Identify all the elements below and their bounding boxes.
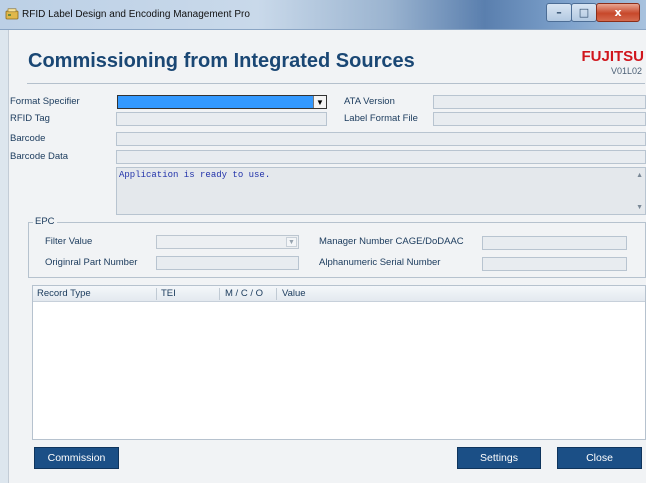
column-tei[interactable]: TEI [161, 288, 176, 299]
window-title: RFID Label Design and Encoding Managemen… [22, 9, 250, 20]
manager-number-label: Manager Number CAGE/DoDAAC [319, 236, 464, 247]
barcode-data-field[interactable] [116, 150, 646, 164]
barcode-data-label: Barcode Data [10, 151, 69, 162]
filter-value-dropdown[interactable]: ▼ [156, 235, 299, 249]
barcode-label: Barcode [10, 133, 46, 144]
chevron-down-icon[interactable]: ▼ [313, 96, 326, 108]
maximize-icon: □ [578, 6, 590, 19]
minimize-icon: – [556, 6, 562, 19]
scroll-down-icon[interactable]: ▼ [636, 204, 643, 211]
format-specifier-label: Format Specifier [10, 96, 80, 107]
serial-number-field[interactable] [482, 257, 627, 271]
close-button[interactable]: Close [557, 447, 642, 469]
column-divider[interactable] [276, 288, 277, 300]
app-icon [5, 8, 19, 20]
column-divider[interactable] [219, 288, 220, 300]
filter-value-label: Filter Value [45, 236, 93, 247]
scroll-up-icon[interactable]: ▲ [636, 172, 643, 179]
label-format-file-label: Label Format File [344, 113, 418, 124]
brand-logo: FUJITSU [581, 48, 644, 65]
ata-version-label: ATA Version [344, 96, 395, 107]
part-number-field[interactable] [156, 256, 299, 270]
close-window-button[interactable]: x [596, 3, 640, 22]
barcode-field[interactable] [116, 132, 646, 146]
manager-number-field[interactable] [482, 236, 627, 250]
rfid-tag-field[interactable] [116, 112, 327, 126]
column-mco[interactable]: M / C / O [225, 288, 263, 299]
minimize-button[interactable]: – [546, 3, 572, 22]
maximize-button[interactable]: □ [571, 3, 597, 22]
window-titlebar[interactable]: RFID Label Design and Encoding Managemen… [0, 0, 646, 30]
status-message-box[interactable]: Application is ready to use. ▲ ▼ [116, 167, 646, 215]
commission-button[interactable]: Commission [34, 447, 119, 469]
label-format-file-field[interactable] [433, 112, 646, 126]
column-value[interactable]: Value [282, 288, 306, 299]
column-record-type[interactable]: Record Type [37, 288, 91, 299]
version-label: V01L02 [610, 66, 642, 76]
table-header: Record Type TEI M / C / O Value [33, 286, 645, 302]
column-divider[interactable] [156, 288, 157, 300]
ata-version-field[interactable] [433, 95, 646, 109]
main-content: Commissioning from Integrated Sources FU… [8, 30, 646, 483]
chevron-down-icon: ▼ [286, 237, 297, 247]
settings-button[interactable]: Settings [457, 447, 541, 469]
serial-number-label: Alphanumeric Serial Number [319, 257, 441, 268]
window-controls: – □ x [546, 3, 640, 22]
rfid-tag-label: RFID Tag [10, 113, 50, 124]
page-title: Commissioning from Integrated Sources [28, 50, 415, 72]
close-icon: x [614, 6, 622, 19]
records-table[interactable]: Record Type TEI M / C / O Value [32, 285, 646, 440]
part-number-label: Originral Part Number [45, 257, 138, 268]
status-message: Application is ready to use. [119, 170, 271, 180]
epc-legend: EPC [33, 216, 57, 227]
format-specifier-dropdown[interactable]: ▼ [117, 95, 327, 109]
header-divider [27, 83, 645, 84]
